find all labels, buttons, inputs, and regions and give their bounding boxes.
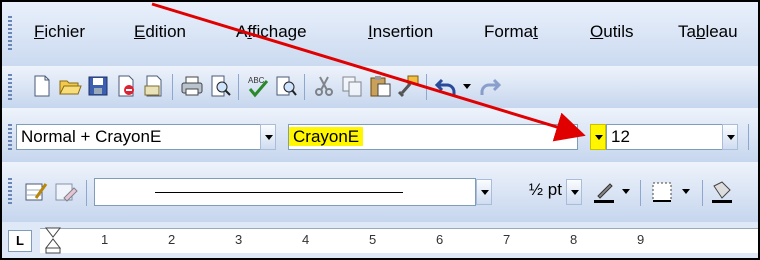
annotation-arrow-icon	[151, 2, 586, 142]
word-window: Fichier Edition Affichage Insertion Form…	[0, 0, 760, 260]
